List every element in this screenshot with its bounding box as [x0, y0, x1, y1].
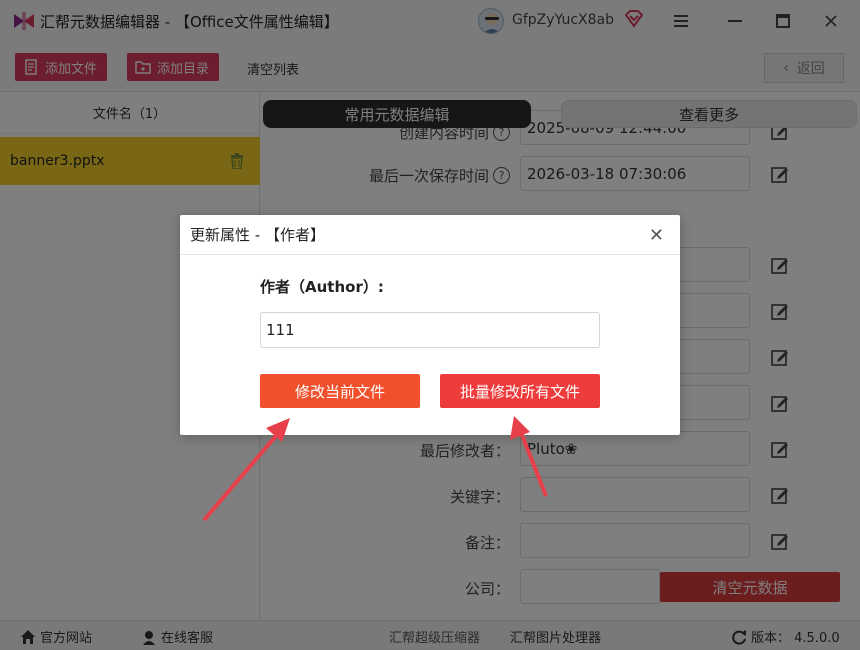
- modify-current-file-button[interactable]: 修改当前文件: [260, 374, 420, 408]
- update-property-dialog: 更新属性 - 【作者】 ✕ 作者（Author）: 修改当前文件 批量修改所有文…: [180, 215, 680, 435]
- batch-modify-all-button[interactable]: 批量修改所有文件: [440, 374, 600, 408]
- close-icon[interactable]: ✕: [649, 225, 664, 246]
- dialog-title: 更新属性 - 【作者】: [180, 215, 680, 255]
- author-input[interactable]: [260, 312, 600, 348]
- author-label: 作者（Author）:: [260, 278, 384, 296]
